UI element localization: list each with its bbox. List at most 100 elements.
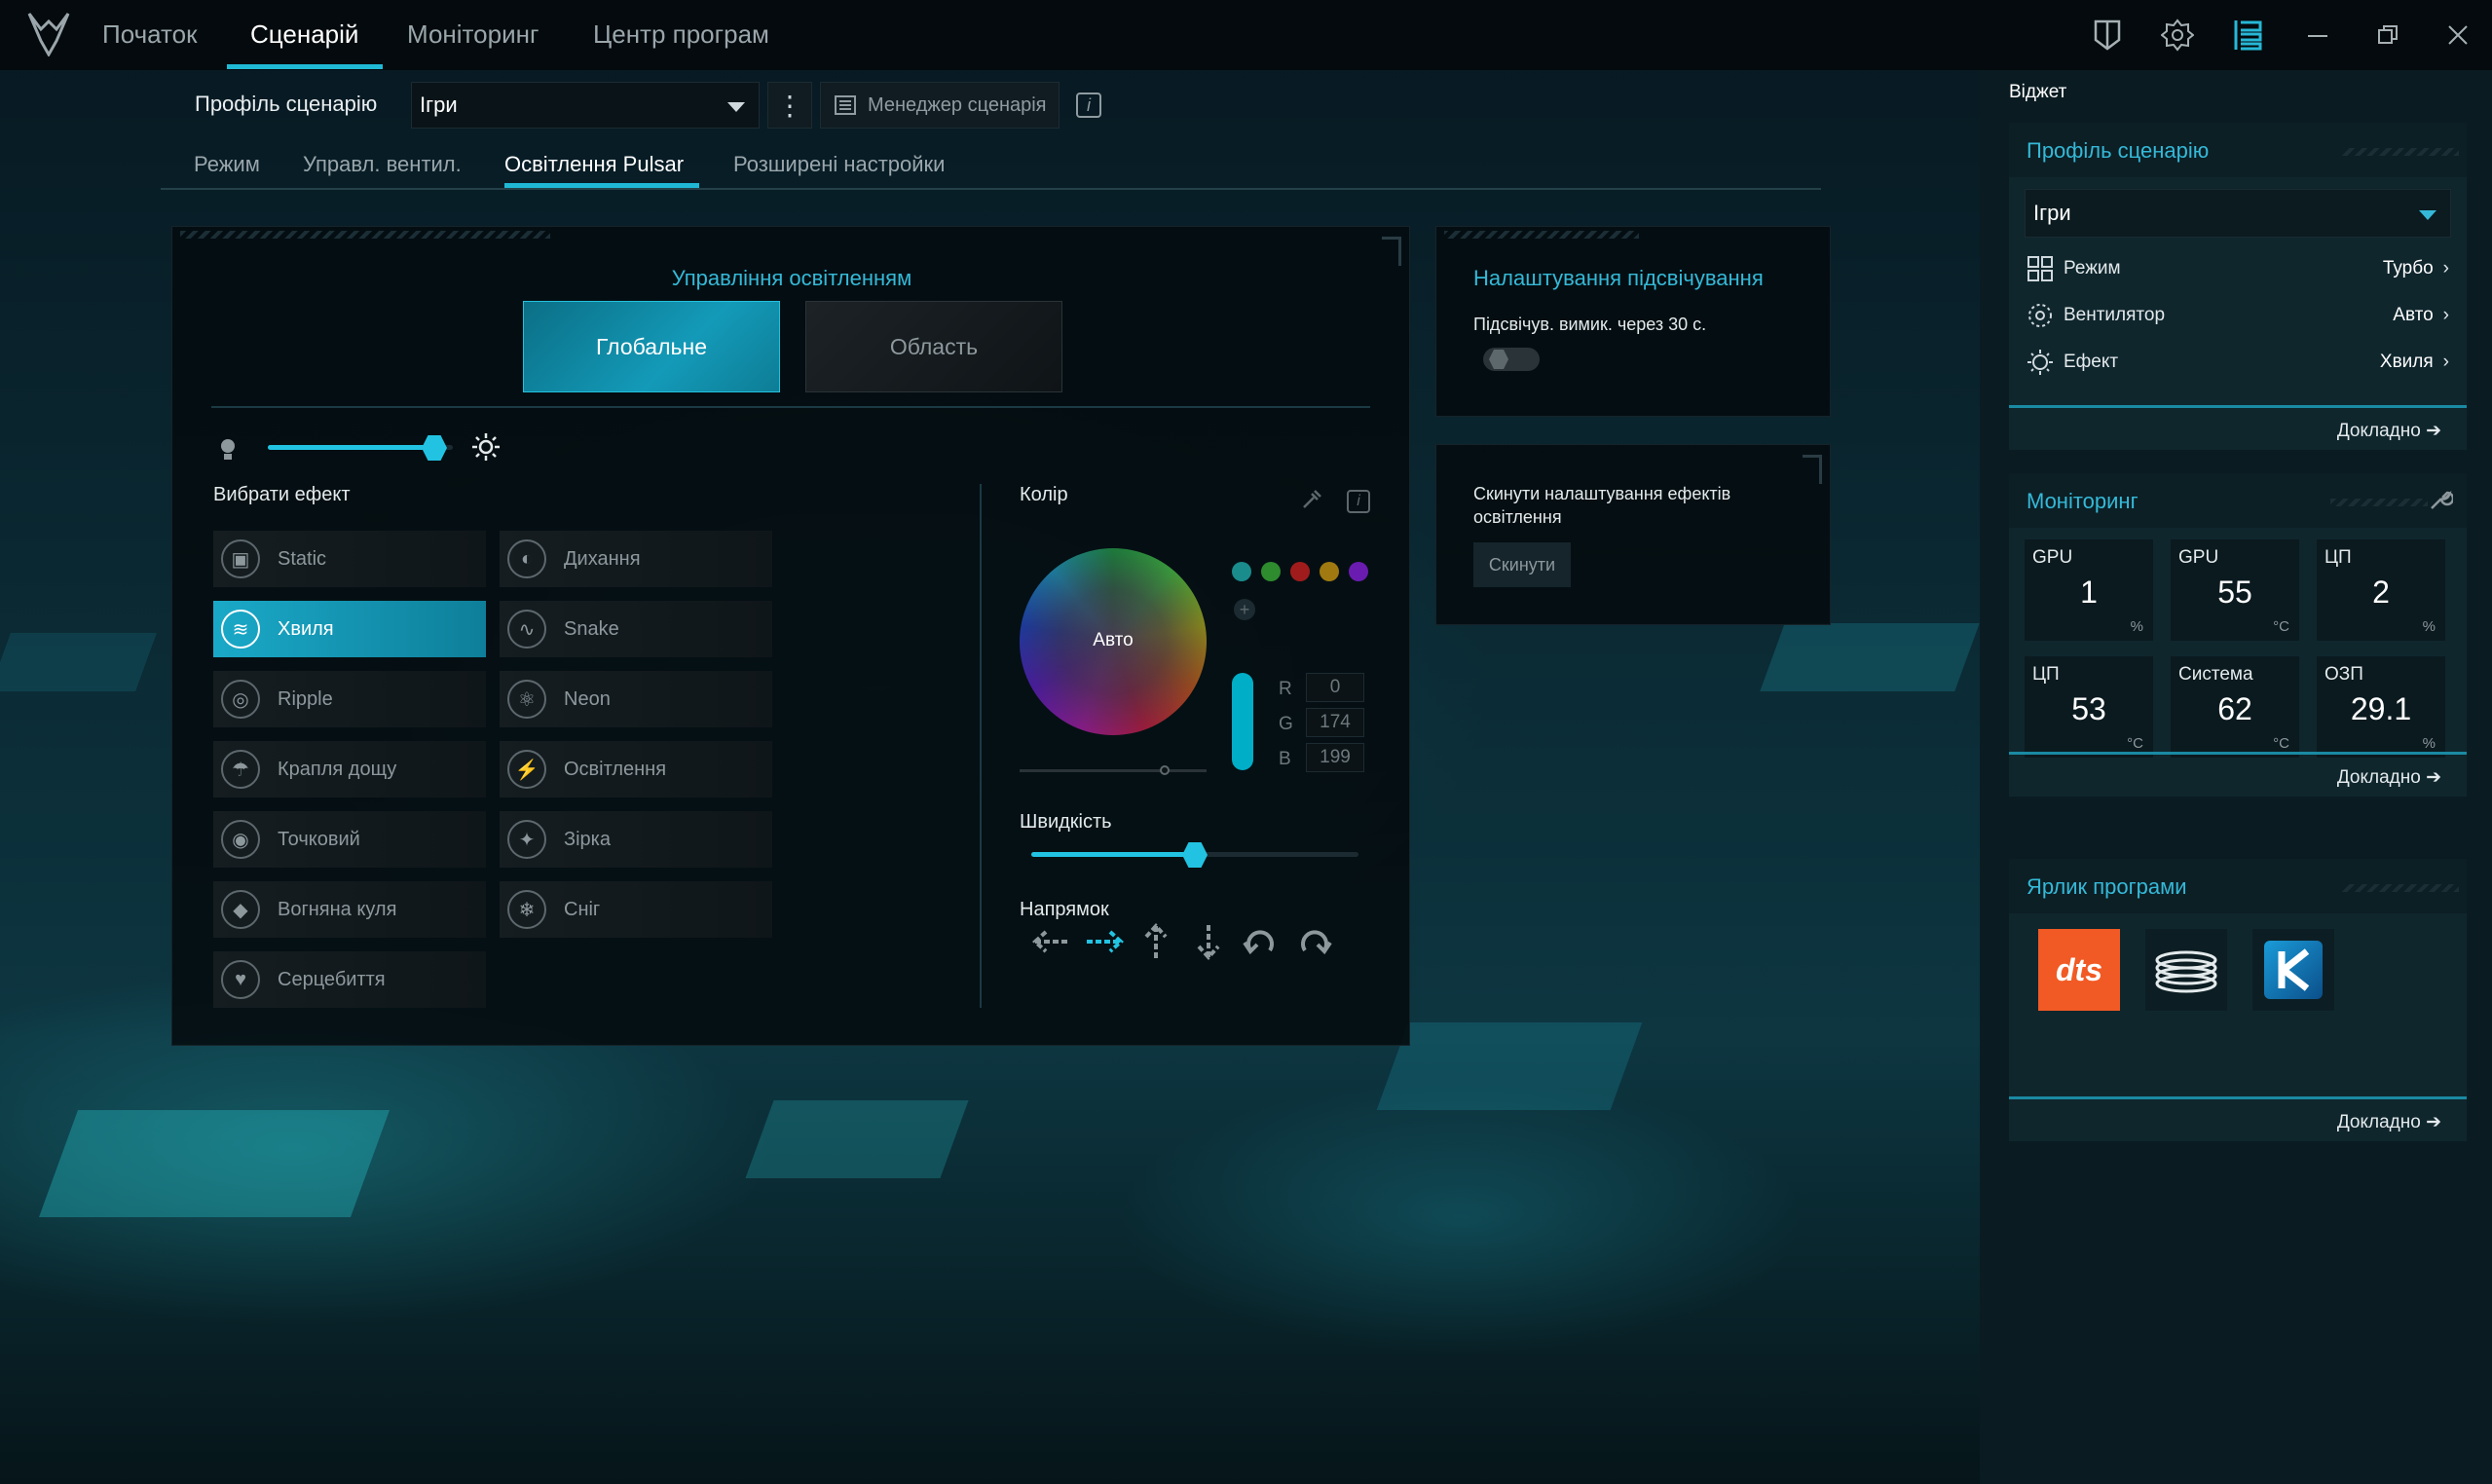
effect-11[interactable]: ❄ Сніг	[500, 881, 772, 938]
direction-down-icon[interactable]	[1196, 923, 1221, 960]
profile-dropdown[interactable]: Ігри	[411, 82, 760, 129]
widget-mode-row[interactable]: Режим Турбо ›	[2027, 249, 2449, 288]
widget-profile-dropdown[interactable]: Ігри	[2025, 189, 2451, 238]
widget-mode-label: Режим	[2064, 258, 2121, 278]
rotate-cw-icon[interactable]	[1297, 925, 1332, 958]
effect-3[interactable]: ∿ Snake	[500, 601, 772, 657]
eyedropper-icon[interactable]	[1300, 488, 1323, 511]
close-icon[interactable]	[2438, 16, 2477, 55]
g-input[interactable]: 174	[1306, 708, 1364, 737]
widget-sidebar: Віджет Профіль сценарію Ігри Режим Турбо…	[1980, 70, 2492, 1484]
direction-right-icon[interactable]	[1085, 929, 1124, 954]
effect-7[interactable]: ⚡ Освітлення	[500, 741, 772, 798]
monitor-cell: GPU 55 °C	[2171, 539, 2299, 641]
keyboard-mode-icon[interactable]	[2088, 16, 2127, 55]
monitor-unit: %	[2422, 735, 2436, 752]
effect-1[interactable]: ◐ Дихання	[500, 531, 772, 587]
effect-5[interactable]: ⚛ Neon	[500, 671, 772, 727]
widget-profile-card: Профіль сценарію Ігри Режим Турбо › Вент…	[2009, 123, 2467, 450]
direction-title: Напрямок	[1020, 899, 1109, 920]
effect-icon: ☂	[221, 750, 260, 789]
effect-6[interactable]: ☂ Крапля дощу	[213, 741, 486, 798]
backlight-toggle[interactable]	[1483, 348, 1540, 371]
effect-label: Snake	[564, 617, 619, 640]
widget-monitoring-more[interactable]: Докладно ➔	[2009, 752, 2467, 797]
minimize-icon[interactable]	[2298, 16, 2337, 55]
widget-shortcuts-more[interactable]: Докладно ➔	[2009, 1096, 2467, 1141]
effect-label: Крапля дощу	[278, 758, 397, 780]
effect-icon: ▣	[221, 539, 260, 578]
effect-icon: ◆	[221, 890, 260, 929]
grid-mode-icon	[2027, 256, 2053, 281]
brightness-knob[interactable]	[422, 435, 447, 461]
color-preset[interactable]	[1290, 562, 1310, 581]
color-preset[interactable]	[1320, 562, 1339, 581]
effect-icon: ∿	[507, 610, 546, 649]
effect-2[interactable]: ≋ Хвиля	[213, 601, 486, 657]
effect-9[interactable]: ✦ Зірка	[500, 811, 772, 868]
effect-4[interactable]: ◎ Ripple	[213, 671, 486, 727]
settings-gear-icon[interactable]	[2158, 16, 2197, 55]
b-input[interactable]: 199	[1306, 743, 1364, 772]
rotate-ccw-icon[interactable]	[1243, 925, 1278, 958]
monitor-unit: °C	[2273, 735, 2289, 752]
tab-advanced-settings[interactable]: Розширені настройки	[733, 152, 945, 177]
more-label: Докладно	[2336, 1112, 2421, 1132]
tab-mode[interactable]: Режим	[194, 152, 260, 177]
r-input[interactable]: 0	[1306, 673, 1364, 702]
nav-monitoring[interactable]: Моніторинг	[407, 19, 539, 50]
global-button[interactable]: Глобальне	[523, 301, 780, 392]
lighting-control-panel: Управління освітленням Глобальне Область…	[171, 226, 1410, 1046]
chevron-right-icon: ›	[2442, 352, 2449, 372]
color-preset[interactable]	[1349, 562, 1368, 581]
effect-0[interactable]: ▣ Static	[213, 531, 486, 587]
brightness-slider[interactable]	[268, 435, 453, 461]
widget-panel-icon[interactable]	[2228, 16, 2267, 55]
color-info-icon[interactable]: i	[1347, 490, 1370, 513]
monitor-label: Система	[2178, 664, 2253, 685]
wrench-icon[interactable]	[2428, 487, 2453, 512]
effect-label: Дихання	[564, 547, 641, 570]
direction-up-icon[interactable]	[1143, 923, 1169, 960]
area-button[interactable]: Область	[805, 301, 1062, 392]
b-label: B	[1279, 749, 1291, 769]
speed-slider[interactable]	[1031, 842, 1358, 868]
effect-12[interactable]: ♥ Серцебиття	[213, 951, 486, 1008]
more-options-button[interactable]: ⋮	[767, 82, 812, 129]
add-color-icon[interactable]: +	[1234, 599, 1255, 620]
dts-app-shortcut[interactable]: dts	[2038, 929, 2120, 1011]
reset-button[interactable]: Скинути	[1473, 542, 1571, 587]
speed-fill	[1031, 852, 1195, 857]
direction-left-icon[interactable]	[1032, 929, 1071, 954]
tab-fan-control[interactable]: Управл. вентил.	[303, 152, 462, 177]
scenario-manager-button[interactable]: Менеджер сценарія	[820, 82, 1060, 129]
monitor-label: ОЗП	[2325, 664, 2363, 685]
widget-profile-value: Ігри	[2033, 201, 2071, 225]
color-preset[interactable]	[1261, 562, 1281, 581]
monitor-unit: %	[2130, 618, 2143, 635]
widget-title: Віджет	[2009, 82, 2067, 102]
widget-profile-more[interactable]: Докладно ➔	[2009, 405, 2467, 450]
k-app-shortcut[interactable]	[2252, 929, 2334, 1011]
nav-app-center[interactable]: Центр програм	[593, 19, 769, 50]
widget-effect-row[interactable]: Ефект Хвиля ›	[2027, 343, 2449, 382]
restore-icon[interactable]	[2368, 16, 2407, 55]
color-preset[interactable]	[1232, 562, 1251, 581]
tab-pulsar-lighting[interactable]: Освітлення Pulsar	[504, 152, 684, 177]
nav-home[interactable]: Початок	[102, 19, 197, 50]
effect-10[interactable]: ◆ Вогняна куля	[213, 881, 486, 938]
speed-knob[interactable]	[1182, 842, 1208, 868]
k-app-icon	[2264, 941, 2323, 999]
coil-app-shortcut[interactable]	[2145, 929, 2227, 1011]
widget-fan-row[interactable]: Вентилятор Авто ›	[2027, 296, 2449, 335]
panel-stripes	[1444, 231, 1639, 239]
widget-shortcuts-card: Ярлик програми dts Докладно ➔	[2009, 859, 2467, 1141]
color-wheel[interactable]: Авто	[1020, 548, 1207, 735]
nav-scenario[interactable]: Сценарій	[250, 19, 358, 50]
effect-8[interactable]: ◉ Точковий	[213, 811, 486, 868]
hue-track[interactable]	[1020, 765, 1207, 775]
monitor-value: 62	[2217, 691, 2252, 726]
info-icon[interactable]: i	[1076, 93, 1101, 118]
effect-icon: ◎	[221, 680, 260, 719]
hue-knob[interactable]	[1160, 765, 1170, 775]
